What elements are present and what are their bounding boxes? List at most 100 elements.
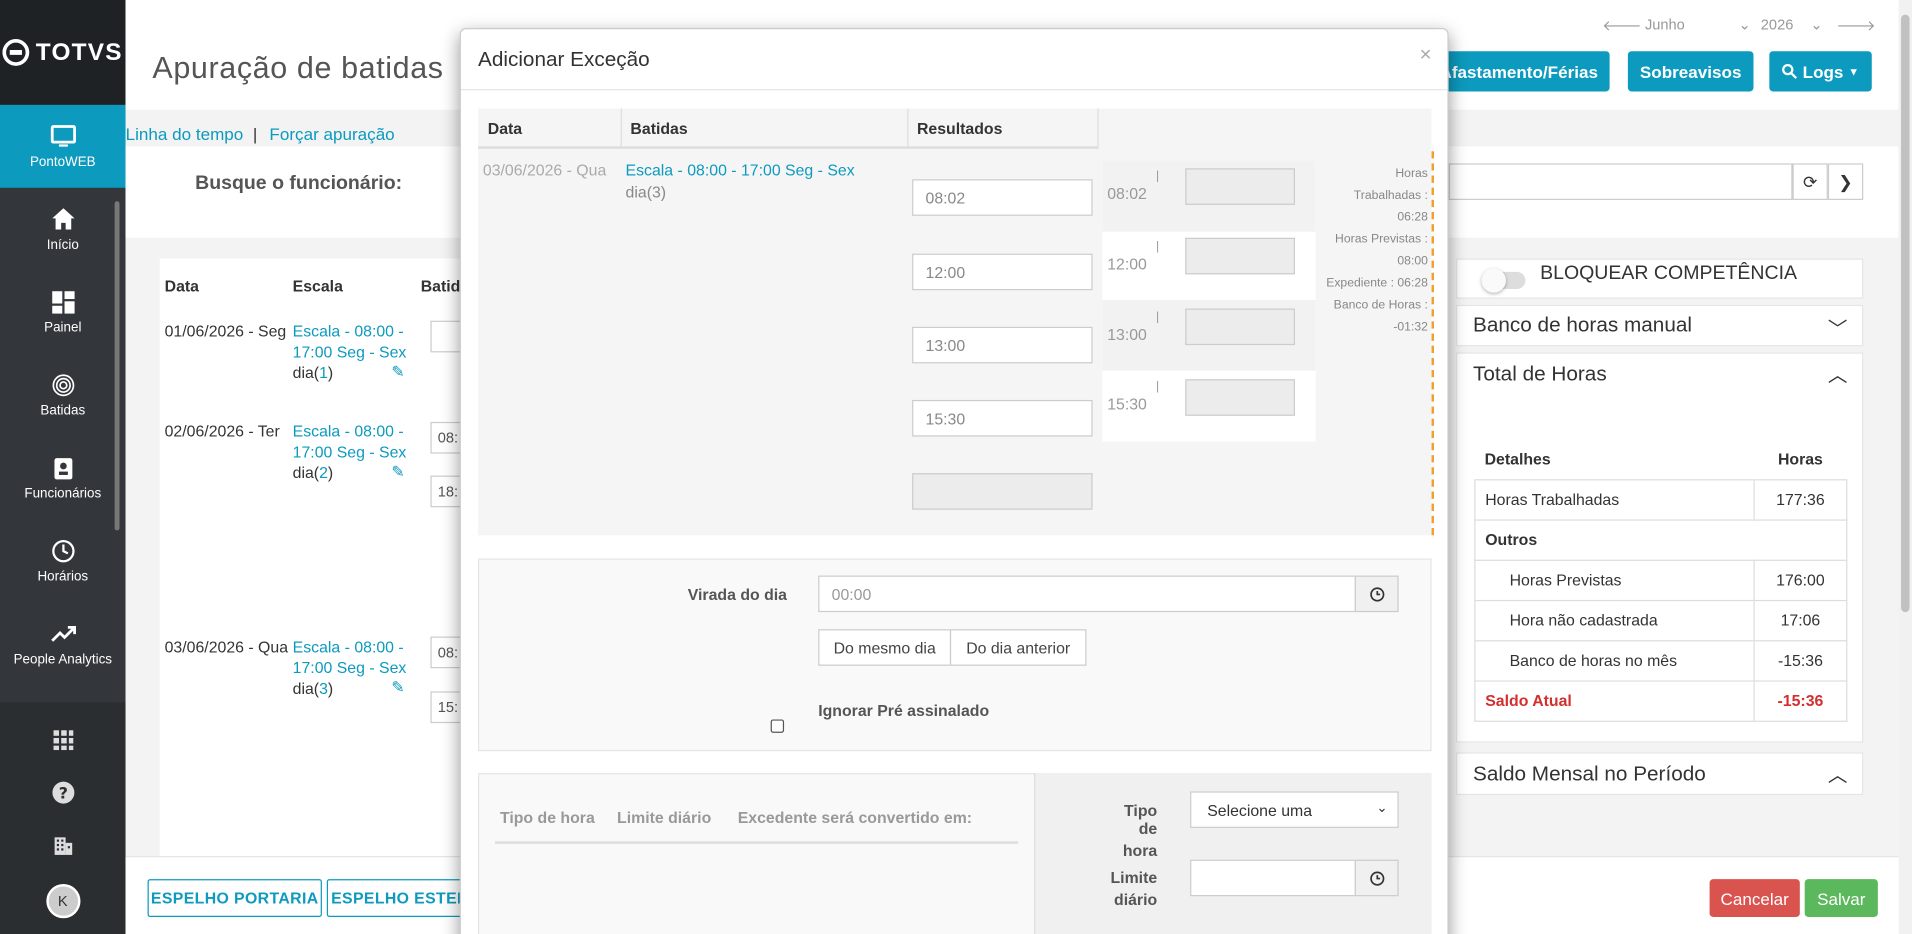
chevron-down-icon: ⌄ bbox=[1810, 15, 1823, 33]
batida-input-empty[interactable] bbox=[912, 473, 1093, 510]
sidebar-item-funcionarios[interactable]: Funcionários bbox=[0, 437, 126, 520]
month-value: Junho bbox=[1644, 15, 1685, 33]
info-line: Expediente : 06:28 bbox=[1326, 276, 1428, 291]
saldo-value: -15:36 bbox=[1753, 679, 1848, 722]
svg-text:?: ? bbox=[58, 784, 67, 803]
sidebar-item-pontoweb[interactable]: PontoWEB bbox=[0, 104, 126, 188]
modal-header: Adicionar Exceção × bbox=[460, 29, 1448, 91]
do-dia-anterior-button[interactable]: Do dia anterior bbox=[949, 629, 1087, 666]
dia-num: 3 bbox=[319, 679, 328, 698]
dia-suffix: ) bbox=[327, 463, 334, 482]
chevron-down-icon: ⌄ bbox=[1376, 801, 1388, 816]
col-excedente: Excedente será convertido em: bbox=[737, 808, 973, 827]
chevron-right-icon[interactable]: ❯ bbox=[1827, 163, 1864, 200]
sidebar-item-label: PontoWEB bbox=[29, 154, 96, 170]
batida-input-1[interactable]: 08:02 bbox=[912, 179, 1093, 216]
pencil-icon[interactable]: ✎ bbox=[391, 678, 404, 698]
pencil-icon[interactable]: ✎ bbox=[391, 462, 404, 482]
virada-input[interactable]: 00:00 bbox=[818, 575, 1356, 613]
batida-input-4[interactable]: 15:30 bbox=[912, 399, 1093, 437]
row-escala-link[interactable]: Escala - 08:00 - 17:00 Seg - Sex bbox=[626, 161, 855, 179]
caret-down-icon: ▼ bbox=[1848, 65, 1860, 78]
sidebar-item-label: Painel bbox=[44, 320, 82, 336]
scrollbar-thumb[interactable] bbox=[1901, 14, 1910, 613]
ignorar-checkbox[interactable] bbox=[770, 719, 785, 733]
home-icon bbox=[51, 208, 74, 230]
month-select[interactable]: Junho ⌄ bbox=[1645, 16, 1751, 33]
user-avatar[interactable]: K bbox=[45, 884, 80, 919]
bloquear-toggle[interactable] bbox=[1481, 268, 1526, 293]
logs-button[interactable]: Logs ▼ bbox=[1769, 51, 1872, 92]
resultado-input[interactable] bbox=[1185, 379, 1295, 416]
pencil-icon[interactable]: ✎ bbox=[391, 362, 404, 382]
table-row: Horas Previstas 176:00 bbox=[1474, 559, 1848, 601]
saldo-mensal-panel[interactable]: Saldo Mensal no Período ︿ bbox=[1455, 752, 1864, 796]
label-line: Limite bbox=[1110, 868, 1158, 887]
row-dia: dia(3) bbox=[625, 182, 667, 202]
year-select[interactable]: 2026 ⌄ bbox=[1761, 16, 1823, 33]
refresh-icon[interactable]: ⟳ bbox=[1792, 163, 1828, 200]
do-mesmo-dia-button[interactable]: Do mesmo dia bbox=[818, 629, 952, 666]
info-line: 06:28 bbox=[1397, 210, 1428, 225]
total-horas-panel: Total de Horas ︿ Detalhes Horas Horas Tra… bbox=[1455, 352, 1864, 743]
sidebar-item-inicio[interactable]: Início bbox=[0, 188, 126, 271]
cancel-button[interactable]: Cancelar bbox=[1709, 879, 1800, 917]
resultado-time: 13:00 bbox=[1107, 325, 1147, 344]
links-separator: | bbox=[252, 124, 258, 144]
grid-row-escala-link[interactable]: Escala - 08:00 - 17:00 Seg - Sex bbox=[293, 637, 409, 678]
page-scrollbar[interactable] bbox=[1898, 0, 1912, 934]
grid-row-escala-link[interactable]: Escala - 08:00 - 17:00 Seg - Sex bbox=[293, 321, 409, 362]
resumo-horas: Horas Trabalhadas : 06:28 Horas Prevista… bbox=[1318, 163, 1428, 339]
row-value: 177:36 bbox=[1753, 478, 1848, 521]
divider-dashed bbox=[1431, 151, 1435, 536]
sidebar-scrollbar[interactable] bbox=[114, 201, 120, 531]
grid-row-escala-link[interactable]: Escala - 08:00 - 17:00 Seg - Sex bbox=[293, 421, 409, 462]
row-value: 17:06 bbox=[1753, 599, 1848, 641]
espelho-estendido-button[interactable]: ESPELHO ESTEN bbox=[326, 879, 474, 917]
dia-suffix: ) bbox=[327, 363, 334, 382]
table-row: Hora não cadastrada 17:06 bbox=[1474, 599, 1848, 641]
clock-icon[interactable] bbox=[1354, 859, 1399, 897]
table-row: Horas Trabalhadas 177:36 bbox=[1474, 478, 1848, 521]
label-line: Tipo de bbox=[1124, 801, 1158, 838]
banco-manual-panel[interactable]: Banco de horas manual ﹀ bbox=[1455, 304, 1864, 347]
row-label: Horas Trabalhadas bbox=[1474, 478, 1755, 521]
linha-do-tempo-link[interactable]: Linha do tempo bbox=[126, 124, 244, 144]
espelho-portaria-button[interactable]: ESPELHO PORTARIA bbox=[147, 879, 322, 917]
clock-icon[interactable] bbox=[1354, 575, 1399, 613]
virada-label: Virada do dia bbox=[687, 585, 788, 604]
afastamento-ferias-button[interactable]: Afastamento/Férias bbox=[1427, 51, 1610, 92]
chevron-up-icon[interactable]: ︿ bbox=[1828, 359, 1848, 388]
help-icon[interactable]: ? bbox=[49, 779, 76, 806]
totvs-logo[interactable]: TOTVS bbox=[0, 0, 126, 105]
sidebar-item-painel[interactable]: Painel bbox=[0, 271, 126, 354]
next-month-arrow-icon[interactable]: 🡒 bbox=[1836, 16, 1875, 34]
modal-title: Adicionar Exceção bbox=[478, 47, 650, 71]
resultado-input[interactable] bbox=[1185, 237, 1295, 275]
sidebar-item-label: Horários bbox=[37, 569, 89, 585]
apps-grid-icon[interactable] bbox=[49, 727, 76, 754]
sobreavisos-button[interactable]: Sobreavisos bbox=[1627, 51, 1754, 92]
employee-search-input[interactable] bbox=[1448, 163, 1793, 200]
table-row: Banco de horas no mês -15:36 bbox=[1474, 639, 1848, 682]
sidebar-item-people-analytics[interactable]: People Analytics bbox=[0, 602, 126, 685]
close-icon[interactable]: × bbox=[1419, 43, 1431, 67]
batida-input-3[interactable]: 13:00 bbox=[912, 326, 1093, 364]
save-button[interactable]: Salvar bbox=[1804, 879, 1878, 917]
building-icon[interactable] bbox=[49, 832, 76, 859]
forcar-apuracao-link[interactable]: Forçar apuração bbox=[269, 124, 394, 144]
fingerprint-icon bbox=[51, 374, 74, 397]
col-limite-diario: Limite diário bbox=[617, 808, 712, 827]
saldo-mensal-title: Saldo Mensal no Período bbox=[1473, 762, 1706, 786]
col-divider bbox=[907, 108, 909, 149]
prev-month-arrow-icon[interactable]: 🡐 bbox=[1602, 16, 1641, 34]
tipo-hora-select[interactable]: Selecione uma ⌄ bbox=[1190, 791, 1399, 828]
page-title: Apuração de batidas bbox=[152, 51, 444, 86]
sidebar-item-label: People Analytics bbox=[13, 652, 113, 668]
batida-input-2[interactable]: 12:00 bbox=[912, 253, 1093, 291]
sidebar-item-horarios[interactable]: Horários bbox=[0, 519, 126, 602]
limite-diario-input[interactable] bbox=[1190, 859, 1356, 897]
resultado-input[interactable] bbox=[1185, 308, 1295, 346]
sidebar-item-batidas[interactable]: Batidas bbox=[0, 354, 126, 437]
resultado-input[interactable] bbox=[1185, 168, 1295, 205]
